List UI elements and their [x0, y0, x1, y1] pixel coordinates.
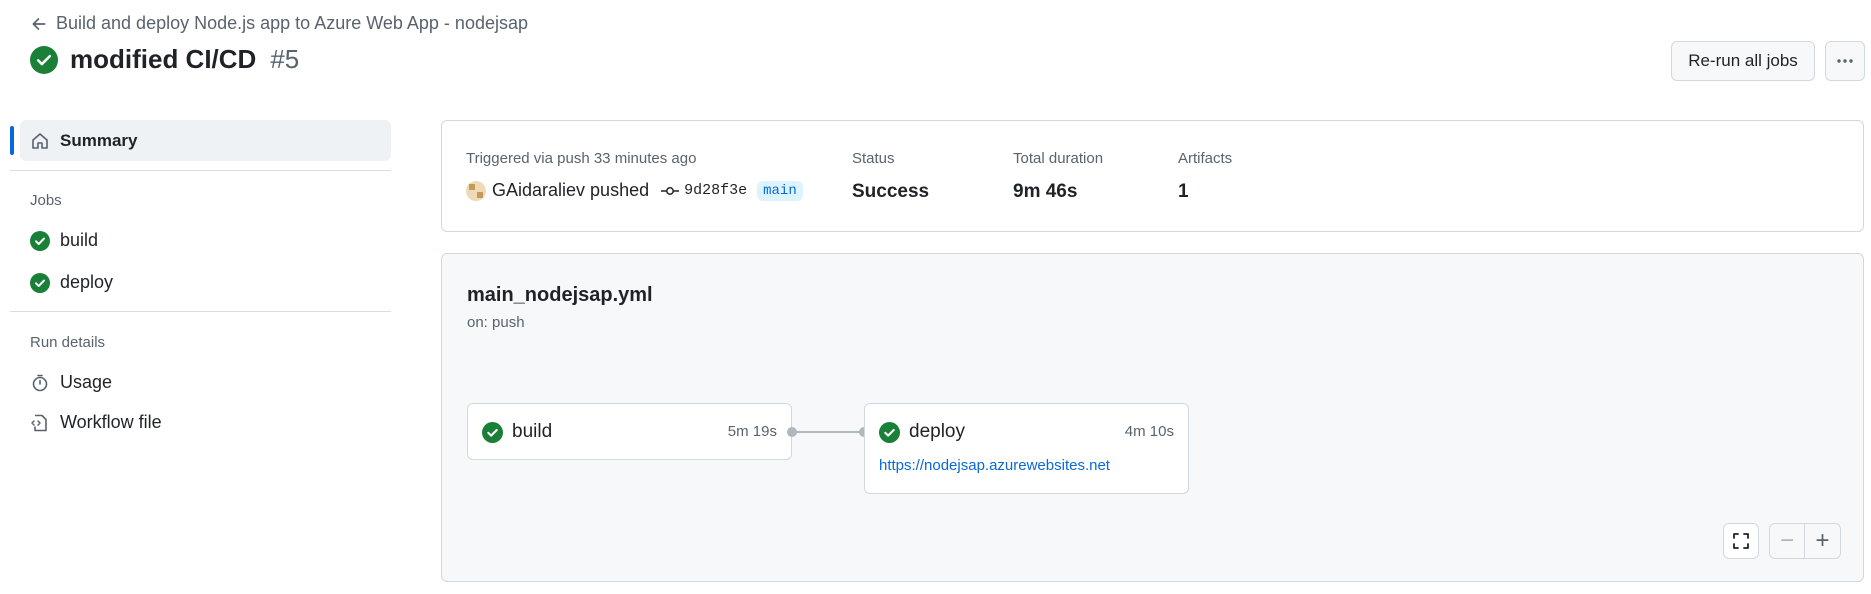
workflow-file-name: main_nodejsap.yml — [467, 284, 653, 306]
run-summary-card: Triggered via push 33 minutes ago GAidar… — [441, 120, 1864, 232]
job-duration: 5m 19s — [727, 423, 777, 440]
home-icon — [32, 132, 48, 149]
push-info: GAidaraliev pushed 9d28f3e main — [466, 180, 803, 201]
branch-badge[interactable]: main — [757, 180, 803, 201]
deploy-url-link[interactable]: https://nodejsap.azurewebsites.net — [879, 457, 1110, 474]
sidebar-item-label: build — [60, 230, 99, 250]
duration-value: 9m 46s — [1013, 181, 1078, 202]
kebab-horizontal-icon — [1837, 59, 1853, 63]
divider — [10, 311, 391, 312]
run-number: #5 — [270, 44, 300, 74]
back-to-workflow-link[interactable]: Build and deploy Node.js app to Azure We… — [30, 13, 528, 34]
sidebar-item-label: Summary — [60, 130, 138, 150]
sidebar-item-label: Usage — [60, 372, 113, 392]
stopwatch-icon — [32, 374, 48, 391]
success-check-icon — [879, 422, 900, 443]
job-node-build[interactable]: build 5m 19s — [467, 403, 792, 460]
more-actions-button[interactable] — [1825, 41, 1865, 81]
sidebar-item-label: Workflow file — [60, 412, 162, 432]
success-check-icon — [30, 230, 50, 251]
job-connector — [792, 431, 864, 433]
run-title-text: modified CI/CD — [70, 44, 257, 74]
status-label: Status — [852, 150, 895, 167]
selected-indicator — [10, 126, 14, 155]
jobs-heading: Jobs — [30, 192, 62, 209]
run-title: modified CI/CD #5 — [30, 44, 299, 75]
sidebar-item-deploy[interactable]: deploy — [30, 272, 113, 293]
duration-label: Total duration — [1013, 150, 1104, 167]
job-name: deploy — [909, 421, 965, 442]
success-check-icon — [482, 422, 503, 443]
zoom-out-button[interactable]: − — [1770, 524, 1806, 558]
artifacts-label: Artifacts — [1178, 150, 1233, 167]
actor-text[interactable]: GAidaraliev pushed — [492, 180, 649, 201]
job-duration: 4m 10s — [1124, 423, 1174, 440]
fullscreen-button[interactable] — [1723, 523, 1759, 559]
sidebar-item-build[interactable]: build — [30, 230, 98, 251]
sidebar-item-summary[interactable]: Summary — [10, 120, 391, 161]
job-node-deploy[interactable]: deploy 4m 10s https://nodejsap.azurewebs… — [864, 403, 1189, 494]
zoom-controls: − + — [1769, 523, 1841, 559]
sidebar-item-label: deploy — [60, 272, 114, 292]
git-commit-icon — [661, 186, 680, 195]
fullscreen-icon — [1733, 533, 1749, 549]
trigger-text: Triggered via push 33 minutes ago — [466, 150, 697, 167]
workflow-trigger: on: push — [467, 314, 525, 331]
sidebar-item-workflow-file[interactable]: Workflow file — [30, 412, 162, 433]
success-check-icon — [30, 272, 50, 293]
commit-link[interactable]: 9d28f3e — [661, 182, 747, 199]
success-check-icon — [30, 45, 58, 74]
file-code-icon — [31, 414, 47, 431]
run-details-heading: Run details — [30, 334, 106, 351]
zoom-in-button[interactable]: + — [1805, 524, 1840, 558]
avatar[interactable] — [466, 180, 486, 201]
artifacts-value[interactable]: 1 — [1178, 181, 1189, 203]
status-value: Success — [852, 181, 930, 202]
divider — [10, 170, 391, 171]
back-link-label[interactable]: Build and deploy Node.js app to Azure We… — [56, 13, 528, 34]
workflow-graph-card: main_nodejsap.yml on: push build 5m 19s … — [441, 253, 1864, 582]
rerun-all-jobs-button[interactable]: Re-run all jobs — [1671, 41, 1815, 81]
commit-sha[interactable]: 9d28f3e — [684, 182, 747, 199]
sidebar-item-usage[interactable]: Usage — [30, 372, 112, 393]
job-name: build — [512, 421, 553, 442]
arrow-left-icon — [32, 17, 46, 30]
connector-dot — [787, 427, 797, 437]
